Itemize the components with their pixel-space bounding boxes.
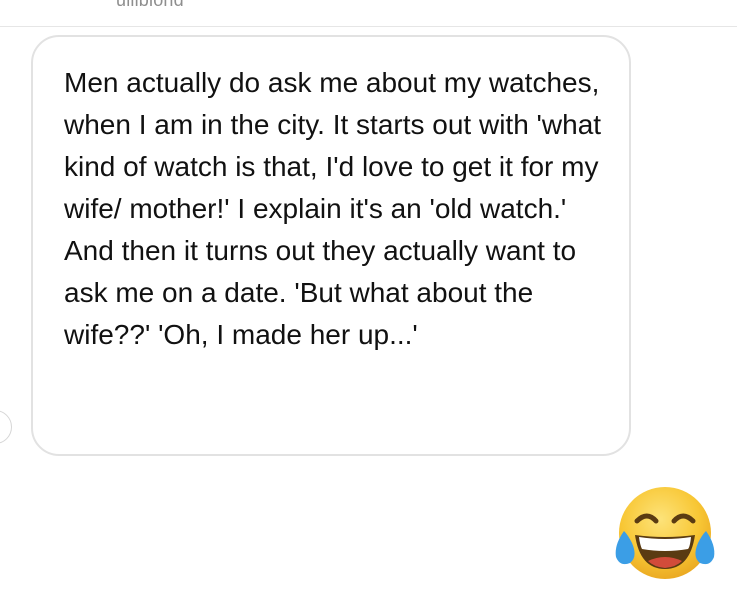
reaction-avatar[interactable] [0,410,12,444]
message-text: Men actually do ask me about my watches,… [64,67,602,350]
conversation-header: ulliblond [0,0,737,27]
contact-name[interactable]: ulliblond [116,0,184,11]
face-with-tears-of-joy-icon [615,487,715,579]
message-bubble[interactable]: Men actually do ask me about my watches,… [31,35,631,456]
